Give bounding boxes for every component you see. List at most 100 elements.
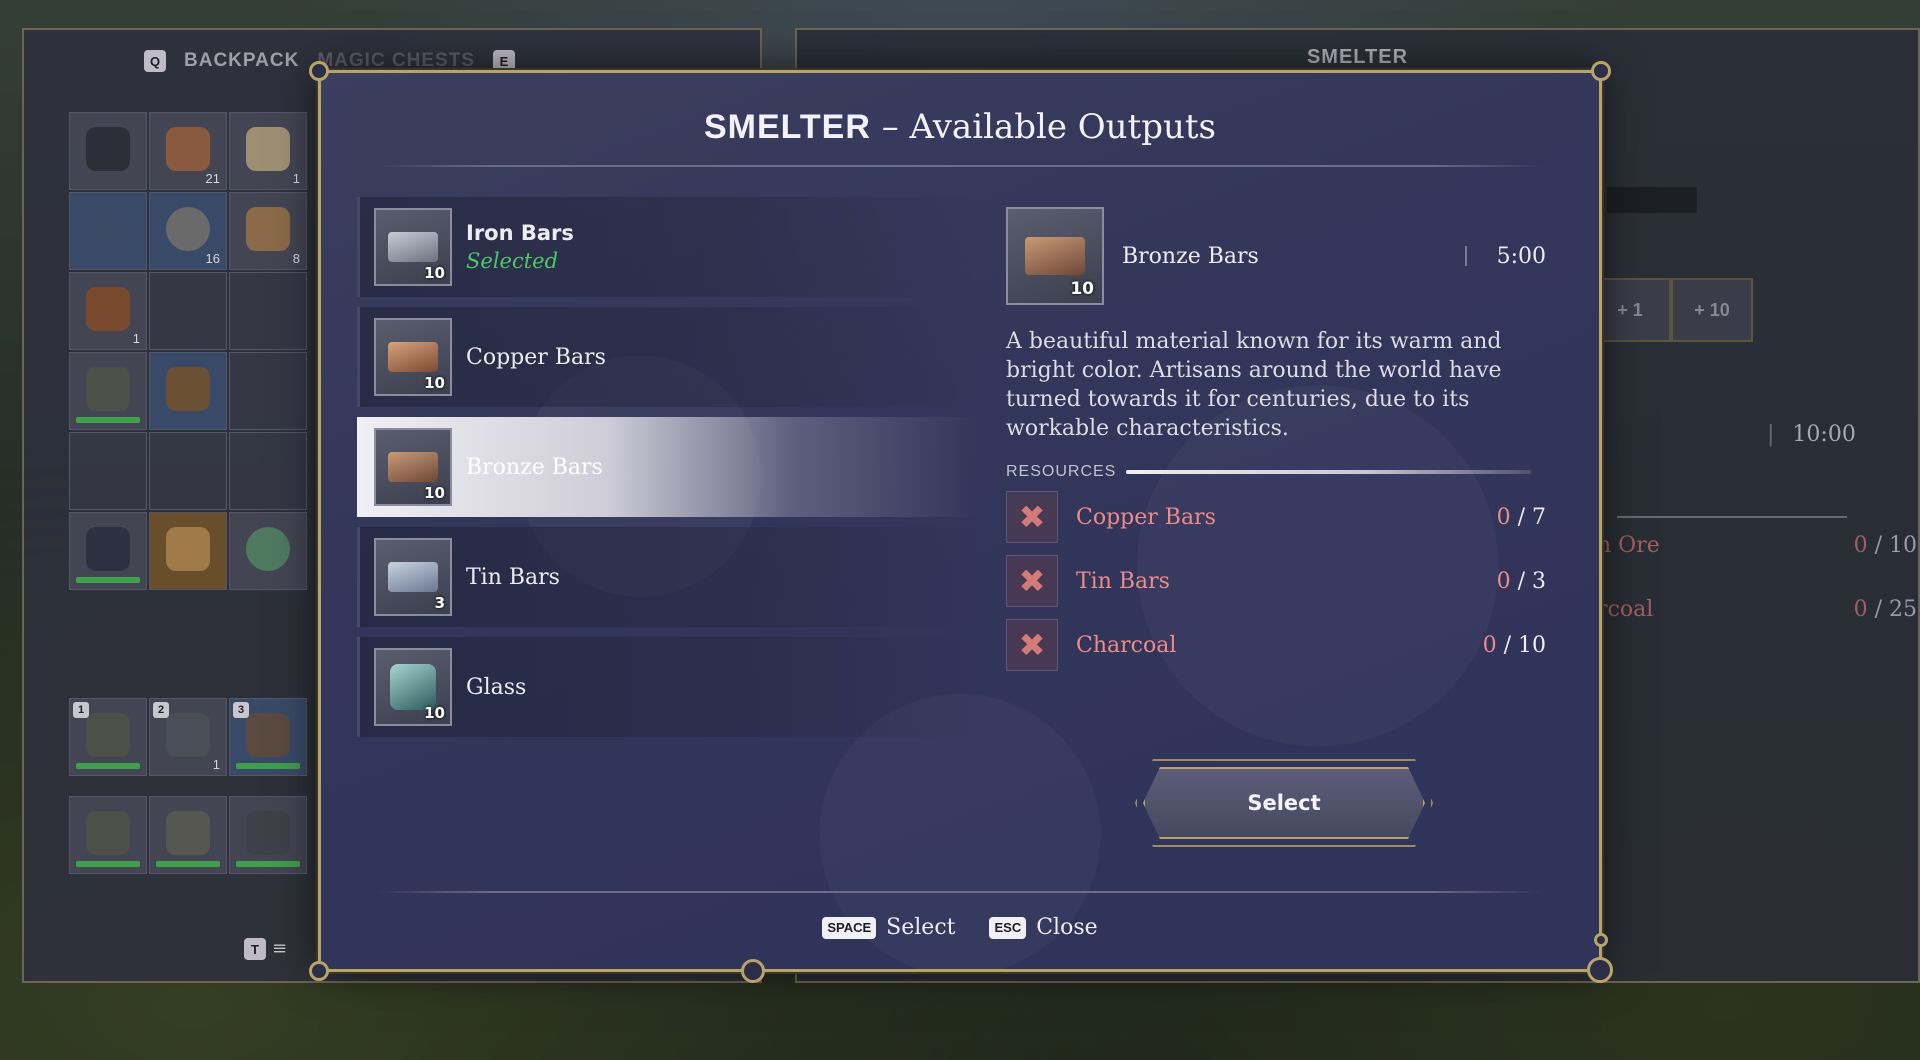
boots-icon bbox=[86, 127, 130, 171]
inventory-slot[interactable]: 21 bbox=[149, 112, 227, 190]
inventory-grid: 21 1 16 8 1 bbox=[69, 112, 307, 590]
resource-amount: 0 / 10 bbox=[1482, 632, 1546, 658]
hotbar-slot[interactable]: 21 bbox=[149, 698, 227, 776]
select-button[interactable]: Select bbox=[1143, 767, 1425, 839]
hotbar: 1 21 3 bbox=[69, 698, 307, 776]
tab-backpack[interactable]: BACKPACK bbox=[184, 50, 299, 72]
pickaxe-icon bbox=[86, 713, 130, 757]
inventory-slot[interactable] bbox=[69, 432, 147, 510]
inventory-slot[interactable] bbox=[229, 512, 307, 590]
output-item-copper-bars[interactable]: 10 Copper Bars bbox=[357, 307, 977, 407]
inventory-slot[interactable] bbox=[69, 512, 147, 590]
resource-name: n Ore bbox=[1597, 533, 1660, 558]
inventory-slot[interactable] bbox=[229, 352, 307, 430]
resource-row: ✖ Copper Bars 0 / 7 bbox=[1006, 489, 1546, 545]
slot-count: 8 bbox=[292, 251, 300, 266]
frame-corner-ornament bbox=[741, 959, 765, 983]
item-quantity: 10 bbox=[424, 264, 445, 282]
available-outputs-modal: SMELTER – Available Outputs 10 Iron Bars… bbox=[309, 61, 1613, 983]
stone-icon bbox=[246, 127, 290, 171]
inventory-slot[interactable]: 1 bbox=[69, 272, 147, 350]
inventory-slot[interactable] bbox=[69, 112, 147, 190]
inventory-slot[interactable]: 1 bbox=[229, 112, 307, 190]
smelter-progress-bar bbox=[1607, 187, 1697, 213]
bow-icon bbox=[246, 713, 290, 757]
item-description: A beautiful material known for its warm … bbox=[1006, 329, 1502, 441]
hotbar-secondary bbox=[69, 796, 307, 874]
smelter-resource-row: n Ore 0 / 10 bbox=[1597, 533, 1917, 558]
pickaxe-icon bbox=[86, 367, 130, 411]
rope-icon bbox=[166, 207, 210, 251]
iron-bars-icon: 10 bbox=[374, 208, 452, 286]
resource-name: rcoal bbox=[1597, 597, 1654, 622]
sort-icon[interactable]: ≡ bbox=[272, 939, 294, 959]
inventory-slot[interactable]: 8 bbox=[229, 192, 307, 270]
tab-key-e: E bbox=[493, 50, 515, 72]
copper-bars-icon: ✖ bbox=[1006, 491, 1058, 543]
inventory-slot[interactable] bbox=[149, 352, 227, 430]
durability-bar bbox=[236, 861, 300, 867]
resource-row: ✖ Charcoal 0 / 10 bbox=[1006, 617, 1546, 673]
slot-count: 16 bbox=[205, 251, 220, 266]
inventory-slot[interactable] bbox=[149, 432, 227, 510]
durability-bar bbox=[76, 417, 140, 423]
charcoal-icon: ✖ bbox=[1006, 619, 1058, 671]
smelter-time-value: 10:00 bbox=[1792, 422, 1856, 447]
durability-bar bbox=[76, 861, 140, 867]
hotbar-slot[interactable] bbox=[69, 796, 147, 874]
pickaxe-icon bbox=[86, 811, 130, 855]
select-hint[interactable]: SPACE Select bbox=[822, 915, 955, 940]
quantity-steps: + 1 + 10 bbox=[1589, 278, 1753, 342]
step-plus-10-button[interactable]: + 10 bbox=[1671, 278, 1753, 342]
inventory-slot[interactable]: 16 bbox=[149, 192, 227, 270]
inventory-slot[interactable] bbox=[229, 432, 307, 510]
output-item-iron-bars[interactable]: 10 Iron Bars Selected bbox=[357, 197, 977, 297]
hotbar-slot[interactable] bbox=[229, 796, 307, 874]
craft-time: 5:00 bbox=[1496, 243, 1546, 269]
durability-bar bbox=[236, 763, 300, 769]
resource-row: ✖ Tin Bars 0 / 3 bbox=[1006, 553, 1546, 609]
copper-ore-icon bbox=[166, 127, 210, 171]
item-name: Tin Bars bbox=[466, 564, 560, 590]
esc-key: ESC bbox=[989, 916, 1027, 939]
output-item-tin-bars[interactable]: 3 Tin Bars bbox=[357, 527, 977, 627]
mace-icon bbox=[86, 527, 130, 571]
bronze-bars-icon: 10 bbox=[1006, 207, 1104, 305]
smelter-time: | 10:00 bbox=[1767, 422, 1856, 447]
inventory-slot[interactable] bbox=[149, 512, 227, 590]
output-detail: 10 Bronze Bars 5:00 A beautiful material… bbox=[1006, 207, 1546, 673]
resource-name: Tin Bars bbox=[1076, 568, 1170, 594]
inventory-slot[interactable] bbox=[149, 272, 227, 350]
tin-bars-icon: ✖ bbox=[1006, 555, 1058, 607]
inventory-slot[interactable] bbox=[69, 352, 147, 430]
hotbar-slot[interactable]: 3 bbox=[229, 698, 307, 776]
durability-bar bbox=[76, 577, 140, 583]
resource-amount: 0 / 3 bbox=[1496, 568, 1546, 594]
output-item-bronze-bars[interactable]: 10 Bronze Bars bbox=[357, 417, 977, 517]
item-quantity: 10 bbox=[424, 374, 445, 392]
inventory-slot[interactable] bbox=[229, 272, 307, 350]
inventory-slot[interactable] bbox=[69, 192, 147, 270]
slot-count: 1 bbox=[212, 757, 220, 772]
hotbar-slot[interactable] bbox=[149, 796, 227, 874]
modal-title-dash: – bbox=[881, 107, 899, 147]
sort-key-t: T bbox=[244, 938, 266, 960]
sort-control[interactable]: T ≡ bbox=[244, 938, 294, 960]
close-hint[interactable]: ESC Close bbox=[989, 915, 1098, 940]
inventory-tabs: Q BACKPACK MAGIC CHESTS E bbox=[144, 50, 515, 72]
durability-bar bbox=[156, 861, 220, 867]
glass-icon: 10 bbox=[374, 648, 452, 726]
item-name: Glass bbox=[466, 674, 527, 700]
hammer-icon bbox=[166, 367, 210, 411]
output-item-glass[interactable]: 10 Glass bbox=[357, 637, 977, 737]
key-hints: SPACE Select ESC Close bbox=[321, 915, 1599, 940]
tab-magic-chests[interactable]: MAGIC CHESTS bbox=[317, 50, 475, 72]
frame-corner-ornament bbox=[309, 961, 329, 981]
tin-bars-icon: 3 bbox=[374, 538, 452, 616]
smelter-resource-row: rcoal 0 / 25 bbox=[1597, 597, 1917, 622]
hide-icon bbox=[86, 287, 130, 331]
copper-bars-icon: 10 bbox=[374, 318, 452, 396]
item-name: Bronze Bars bbox=[466, 454, 603, 480]
resources-rule bbox=[1617, 516, 1847, 518]
hotbar-slot[interactable]: 1 bbox=[69, 698, 147, 776]
